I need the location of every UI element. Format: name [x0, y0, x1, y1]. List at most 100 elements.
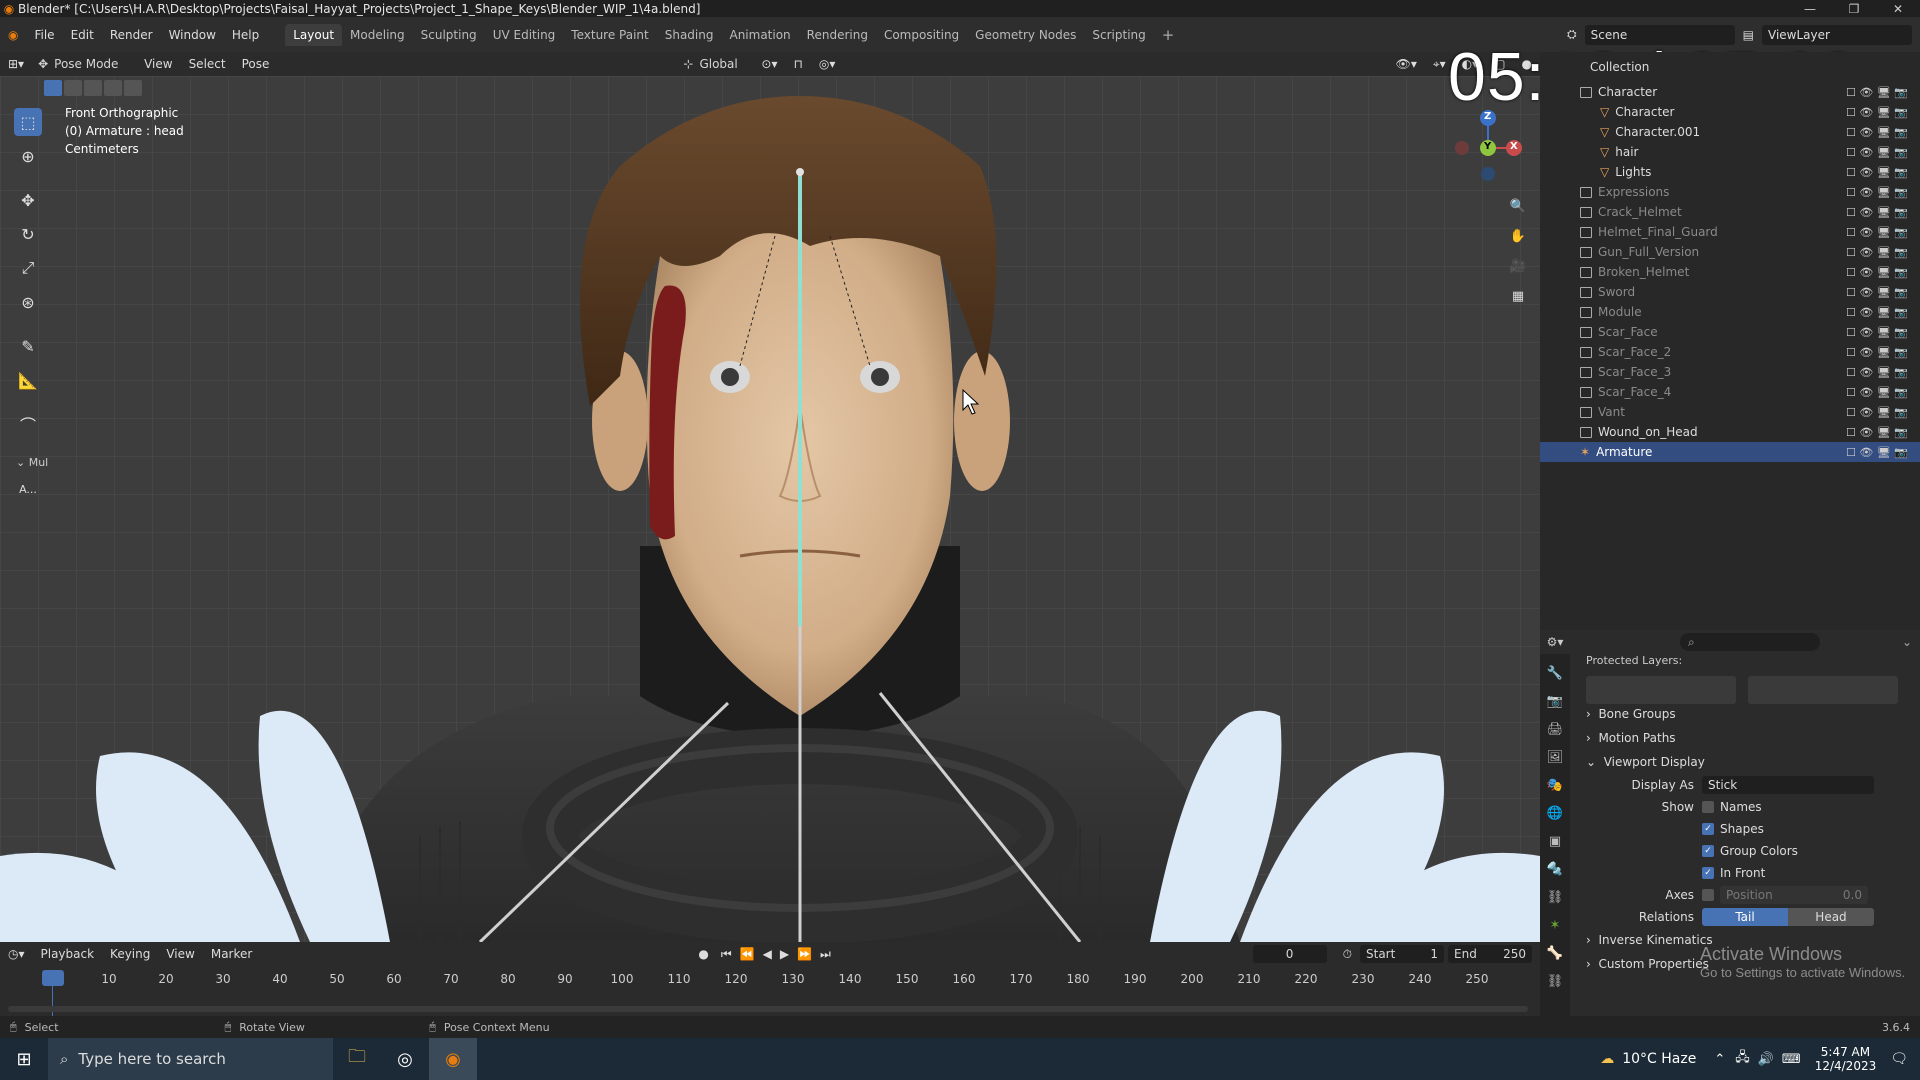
minimize-button[interactable]: —: [1788, 2, 1832, 16]
clock[interactable]: 5:47 AM 12/4/2023: [1815, 1045, 1877, 1073]
menu-help[interactable]: Help: [224, 28, 267, 42]
proportional-edit-icon[interactable]: ◎▾: [811, 57, 844, 71]
tray-chevron-icon[interactable]: ⌃: [1714, 1052, 1725, 1067]
menu-pose[interactable]: Pose: [234, 57, 278, 71]
snap-icon[interactable]: ⊓: [785, 57, 810, 71]
shapes-checkbox[interactable]: ✓: [1702, 823, 1714, 835]
visibility-toggles[interactable]: ☐ 👁 🖥 📷: [1846, 446, 1908, 459]
frame-ruler[interactable]: 0102030405060708090100110120130140150160…: [0, 942, 1540, 1002]
properties-search-input[interactable]: ⌕: [1680, 633, 1820, 651]
outliner-row[interactable]: ▽ Character ☐ 👁 🖥 📷: [1540, 102, 1920, 122]
outliner-row[interactable]: ✶ Armature ☐ 👁 🖥 📷: [1540, 442, 1920, 462]
zoom-icon[interactable]: 🔍: [1506, 194, 1530, 218]
menu-select[interactable]: Select: [181, 57, 234, 71]
visibility-toggles[interactable]: ☐ 👁 🖥 📷: [1846, 206, 1908, 219]
visibility-toggles[interactable]: ☐ 👁 🖥 📷: [1846, 286, 1908, 299]
cursor-tool-icon[interactable]: ⊕: [14, 142, 42, 170]
mul-label[interactable]: ⌄ Mul: [14, 456, 48, 469]
tab-compositing[interactable]: Compositing: [876, 24, 967, 46]
weather-widget[interactable]: ☁ 10°C Haze: [1600, 1051, 1696, 1067]
maximize-button[interactable]: ❐: [1832, 2, 1876, 16]
chrome-icon[interactable]: ◎: [381, 1038, 429, 1080]
scale-tool-icon[interactable]: ⤢: [14, 254, 42, 282]
outliner-row[interactable]: Broken_Helmet ☐ 👁 🖥 📷: [1540, 262, 1920, 282]
select-box-tool-icon[interactable]: ⬚: [14, 108, 42, 136]
visibility-toggles[interactable]: ☐ 👁 🖥 📷: [1846, 186, 1908, 199]
outliner-row[interactable]: Sword ☐ 👁 🖥 📷: [1540, 282, 1920, 302]
timeline-scrollbar[interactable]: [8, 1006, 1528, 1012]
file-explorer-icon[interactable]: 🗀: [333, 1038, 381, 1080]
visibility-toggles[interactable]: ☐ 👁 🖥 📷: [1846, 226, 1908, 239]
bone-size-tool-icon[interactable]: ⌒: [14, 410, 42, 438]
visibility-toggles[interactable]: ☐ 👁 🖥 📷: [1846, 126, 1908, 139]
a-tool-button[interactable]: A...: [14, 475, 42, 503]
tab-geometry-nodes[interactable]: Geometry Nodes: [967, 24, 1084, 46]
tab-layout[interactable]: Layout: [285, 23, 343, 46]
outliner-row[interactable]: Vant ☐ 👁 🖥 📷: [1540, 402, 1920, 422]
display-as-dropdown[interactable]: Stick: [1702, 776, 1874, 794]
visibility-toggles[interactable]: ☐ 👁 🖥 📷: [1846, 406, 1908, 419]
outliner-row[interactable]: Scar_Face_4 ☐ 👁 🖥 📷: [1540, 382, 1920, 402]
editor-type-icon[interactable]: ⊞▾: [0, 57, 32, 71]
head-bone-tail[interactable]: [796, 168, 804, 176]
outliner-row[interactable]: Character ☐ 👁 🖥 📷: [1540, 82, 1920, 102]
outliner-row[interactable]: Scar_Face_3 ☐ 👁 🖥 📷: [1540, 362, 1920, 382]
visibility-toggles[interactable]: ☐ 👁 🖥 📷: [1846, 326, 1908, 339]
mode-selector[interactable]: ✥ Pose Mode: [32, 55, 137, 73]
tab-texture-paint[interactable]: Texture Paint: [563, 24, 656, 46]
transform-tool-icon[interactable]: ⊛: [14, 288, 42, 316]
menu-edit[interactable]: Edit: [63, 28, 102, 42]
axes-position-field[interactable]: Position 0.0: [1720, 886, 1868, 904]
select-subtract-icon[interactable]: [84, 80, 102, 96]
modifier-props-icon[interactable]: 🔩: [1540, 856, 1570, 882]
select-extend-icon[interactable]: [64, 80, 82, 96]
notifications-icon[interactable]: 🗨: [1890, 1051, 1908, 1067]
object-props-icon[interactable]: ▣: [1540, 828, 1570, 854]
transform-orientation-dropdown[interactable]: ⊹ Global: [677, 55, 754, 73]
taskbar-search-input[interactable]: ⌕ Type here to search: [48, 1038, 333, 1080]
blender-menu-icon[interactable]: ◉: [0, 28, 26, 42]
annotate-tool-icon[interactable]: ✎: [14, 332, 42, 360]
outliner-row[interactable]: Gun_Full_Version ☐ 👁 🖥 📷: [1540, 242, 1920, 262]
select-intersect-icon[interactable]: [124, 80, 142, 96]
outliner-row[interactable]: ▽ Character.001 ☐ 👁 🖥 📷: [1540, 122, 1920, 142]
outliner-row[interactable]: ▽ hair ☐ 👁 🖥 📷: [1540, 142, 1920, 162]
visibility-toggles[interactable]: ☐ 👁 🖥 📷: [1846, 86, 1908, 99]
tool-props-icon[interactable]: 🔧: [1540, 660, 1570, 686]
layer-grid-b[interactable]: [1748, 676, 1898, 704]
names-checkbox[interactable]: [1702, 801, 1714, 813]
rotate-tool-icon[interactable]: ↻: [14, 220, 42, 248]
panel-bone-groups[interactable]: › Bone Groups: [1574, 702, 1920, 726]
world-props-icon[interactable]: 🌐: [1540, 800, 1570, 826]
in-front-checkbox[interactable]: ✓: [1702, 867, 1714, 879]
add-workspace-icon[interactable]: +: [1154, 26, 1183, 44]
visibility-toggles[interactable]: ☐ 👁 🖥 📷: [1846, 146, 1908, 159]
visibility-toggles[interactable]: ☐ 👁 🖥 📷: [1846, 306, 1908, 319]
scene-props-icon[interactable]: 🎭: [1540, 772, 1570, 798]
windows-start-icon[interactable]: ⊞: [0, 1038, 48, 1080]
constraint-props-icon[interactable]: ⛓: [1540, 884, 1570, 910]
visibility-toggles[interactable]: ☐ 👁 🖥 📷: [1846, 346, 1908, 359]
group-colors-checkbox[interactable]: ✓: [1702, 845, 1714, 857]
select-invert-icon[interactable]: [104, 80, 122, 96]
visibility-toggles[interactable]: ☐ 👁 🖥 📷: [1846, 386, 1908, 399]
visibility-toggles[interactable]: ☐ 👁 🖥 📷: [1846, 426, 1908, 439]
tab-scripting[interactable]: Scripting: [1084, 24, 1153, 46]
tab-modeling[interactable]: Modeling: [342, 24, 413, 46]
visibility-toggles[interactable]: ☐ 👁 🖥 📷: [1846, 166, 1908, 179]
menu-window[interactable]: Window: [161, 28, 224, 42]
outliner-row[interactable]: Scar_Face ☐ 👁 🖥 📷: [1540, 322, 1920, 342]
armature-data-icon[interactable]: ✶: [1540, 912, 1570, 938]
visibility-icon[interactable]: 👁▾: [1388, 57, 1425, 71]
menu-file[interactable]: File: [26, 28, 62, 42]
tab-sculpting[interactable]: Sculpting: [413, 24, 485, 46]
network-icon[interactable]: 🖧: [1735, 1048, 1750, 1070]
3d-viewport[interactable]: ⬚ ⊕ ✥ ↻ ⤢ ⊛ ✎ 📐 ⌒ ⌄ Mul A... Front Ortho…: [0, 76, 1540, 942]
bone-props-icon[interactable]: 🦴: [1540, 940, 1570, 966]
tab-shading[interactable]: Shading: [657, 24, 722, 46]
view-layer-props-icon[interactable]: 🖼: [1540, 744, 1570, 770]
select-new-icon[interactable]: [44, 80, 62, 96]
outliner-row[interactable]: ▽ Lights ☐ 👁 🖥 📷: [1540, 162, 1920, 182]
output-props-icon[interactable]: 🖨: [1540, 716, 1570, 742]
outliner-row[interactable]: Wound_on_Head ☐ 👁 🖥 📷: [1540, 422, 1920, 442]
